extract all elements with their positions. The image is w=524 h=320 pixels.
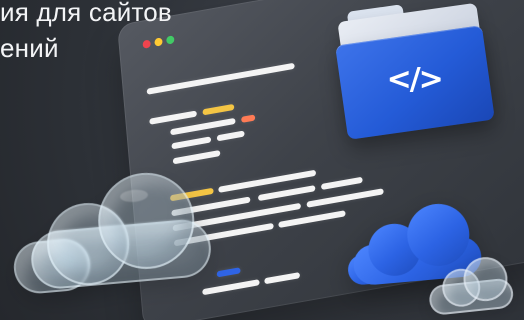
glass-cloud-icon [6, 163, 216, 300]
hero-heading: ия для сайтов ений [0, 0, 260, 66]
code-brackets-icon: </> [386, 61, 443, 97]
code-line [306, 188, 384, 208]
code-line [216, 130, 245, 142]
code-line [149, 110, 198, 125]
code-line-yellow [202, 103, 235, 116]
code-line [278, 210, 346, 228]
hero-heading-line-1: ия для сайтов [0, 0, 172, 27]
small-glass-cloud-icon [421, 252, 515, 319]
code-line [264, 272, 301, 285]
code-line-blue [216, 267, 241, 278]
code-line [257, 185, 316, 202]
code-line [146, 62, 295, 95]
code-line-orange [241, 114, 256, 123]
code-line [320, 176, 363, 191]
hero-illustration: ия для сайтов ений </> [0, 0, 524, 320]
code-line [171, 136, 212, 150]
hero-heading-line-2: ений [0, 33, 59, 63]
